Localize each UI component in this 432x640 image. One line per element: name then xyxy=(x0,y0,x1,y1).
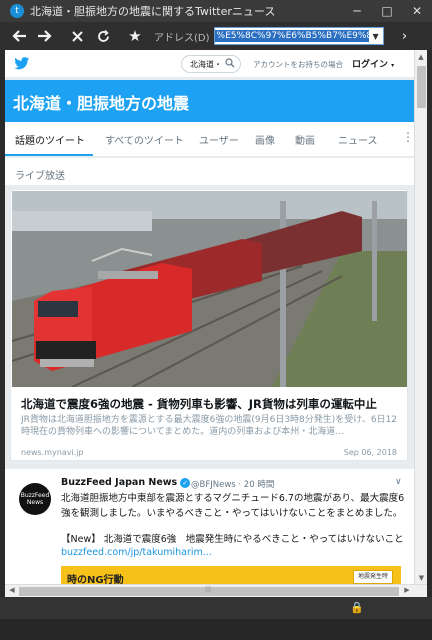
train-photo[interactable] xyxy=(12,191,408,387)
login-button[interactable]: ログイン ▾ xyxy=(352,57,394,70)
tweet-media[interactable]: 時のNG行動 地震発生時 xyxy=(61,566,401,584)
login-label[interactable]: ログイン xyxy=(352,60,388,70)
twitter-app-icon: t xyxy=(10,4,24,18)
window-controls: ─ □ ✕ xyxy=(342,0,432,22)
active-tab-indicator xyxy=(5,154,93,156)
tab-videos[interactable]: 動画 xyxy=(295,132,315,147)
scroll-down-icon[interactable]: ▼ xyxy=(415,571,428,584)
tab-users[interactable]: ユーザー xyxy=(199,132,239,147)
scroll-up-icon[interactable]: ▲ xyxy=(415,50,427,63)
account-prompt: アカウントをお持ちの場合 xyxy=(253,60,343,69)
tweet-handle-time: @BFJNews · 20 時間 xyxy=(191,480,275,490)
close-button[interactable]: ✕ xyxy=(402,0,432,22)
back-icon[interactable] xyxy=(6,23,32,49)
tab-images[interactable]: 画像 xyxy=(255,132,275,147)
tab-latest[interactable]: すべてのツイート xyxy=(105,132,184,147)
address-dropdown-icon[interactable]: ▼ xyxy=(369,28,383,44)
avatar-text: BuzzFeed News xyxy=(20,492,50,506)
scroll-left-icon[interactable]: ◀ xyxy=(6,586,18,594)
tab-live[interactable]: ライブ放送 xyxy=(15,167,65,182)
browser-window: t 北海道・胆振地方の地震に関するTwitterニュース ─ □ ✕ ★ アドレ… xyxy=(0,0,432,640)
tab-news[interactable]: ニュース xyxy=(338,132,378,147)
news-card-date: Sep 06, 2018 xyxy=(343,448,397,457)
more-options-icon[interactable]: ⋮ xyxy=(402,130,414,144)
tweet-menu-icon[interactable]: ∨ xyxy=(395,477,402,487)
minimize-button[interactable]: ─ xyxy=(342,0,372,22)
address-label: アドレス(D) xyxy=(154,32,210,44)
favorite-star-icon[interactable]: ★ xyxy=(122,23,148,49)
maximize-button[interactable]: □ xyxy=(372,0,402,22)
browser-toolbar: ★ アドレス(D) %E5%8C%97%E6%B5%B7%E9%81%93&sr… xyxy=(0,22,432,50)
refresh-icon[interactable] xyxy=(90,23,116,49)
address-value[interactable]: %E5%8C%97%E6%B5%B7%E9%81%93&src=tyah xyxy=(214,30,369,42)
twitter-bird-icon[interactable] xyxy=(13,55,31,73)
news-card-title[interactable]: 北海道で震度6強の地震 - 貨物列車も影響、JR貨物は列車の運転中止 xyxy=(21,396,401,412)
tweet-item[interactable]: BuzzFeed News BuzzFeed Japan News ✓ @BFJN… xyxy=(5,469,414,584)
news-card-description: JR貨物は北海道胆振地方を震源とする最大震度6強の地震(9月6日3時8分発生)を… xyxy=(21,415,398,437)
title-bar: t 北海道・胆振地方の地震に関するTwitterニュース ─ □ ✕ xyxy=(0,0,432,22)
go-icon[interactable]: › xyxy=(392,23,418,49)
author-name-text[interactable]: BuzzFeed Japan News xyxy=(61,477,177,488)
search-icon[interactable] xyxy=(225,58,235,70)
horizontal-scrollbar[interactable]: ◀ ||| ▶ xyxy=(5,584,427,597)
tweet-link[interactable]: buzzfeed.com/jp/takumiharim... xyxy=(61,547,212,558)
forward-icon[interactable] xyxy=(32,23,58,49)
chevron-down-icon: ▾ xyxy=(391,62,395,69)
tweet-author-name[interactable]: BuzzFeed Japan News ✓ xyxy=(61,477,191,488)
page-title: 北海道・胆振地方の地震 xyxy=(13,94,190,113)
window-title: 北海道・胆振地方の地震に関するTwitterニュース xyxy=(30,5,276,18)
page-viewport: 北海道・ アカウントをお持ちの場合 ログイン ▾ 北海道・胆振地方の地震 話題の… xyxy=(5,50,414,584)
bottom-bar xyxy=(0,619,432,640)
scroll-grip-icon: ||| xyxy=(205,586,212,593)
status-bar: 🔒 xyxy=(0,597,432,619)
tab-top[interactable]: 話題のツイート xyxy=(15,132,85,147)
tweet-text: 北海道胆振地方中東部を震源とするマグニチュード6.7の地震があり、最大震度6強を… xyxy=(61,493,405,519)
news-card-domain: news.mynavi.jp xyxy=(21,448,84,457)
twitter-search-input[interactable]: 北海道・ xyxy=(181,55,241,73)
lock-icon: 🔒 xyxy=(350,601,364,614)
address-input[interactable]: %E5%8C%97%E6%B5%B7%E9%81%93&src=tyah ▼ xyxy=(213,27,384,45)
search-banner: 北海道・胆振地方の地震 xyxy=(5,80,414,122)
vertical-scroll-thumb[interactable] xyxy=(417,66,426,108)
stop-icon[interactable] xyxy=(64,23,90,49)
scroll-right-icon[interactable]: ▶ xyxy=(401,586,413,594)
avatar[interactable]: BuzzFeed News xyxy=(19,483,51,515)
verified-badge-icon: ✓ xyxy=(180,477,191,488)
tweet-text-2: 【New】 北海道で震度6強 地震発生時にやるべきこと・やってはいけないこと xyxy=(61,534,404,545)
media-chip: 地震発生時 xyxy=(353,570,393,584)
news-card[interactable]: 北海道で震度6強の地震 - 貨物列車も影響、JR貨物は列車の運転中止 JR貨物は… xyxy=(10,189,408,461)
media-caption: 時のNG行動 xyxy=(67,575,124,584)
twitter-topbar: 北海道・ アカウントをお持ちの場合 ログイン ▾ xyxy=(5,50,414,78)
search-value: 北海道・ xyxy=(190,59,222,69)
vertical-scrollbar[interactable]: ▲ ▼ xyxy=(414,50,427,584)
search-tabs: 話題のツイート すべてのツイート ユーザー 画像 動画 ニュース ⋮ xyxy=(5,122,414,156)
search-tabs-row2: ライブ放送 xyxy=(5,157,414,185)
